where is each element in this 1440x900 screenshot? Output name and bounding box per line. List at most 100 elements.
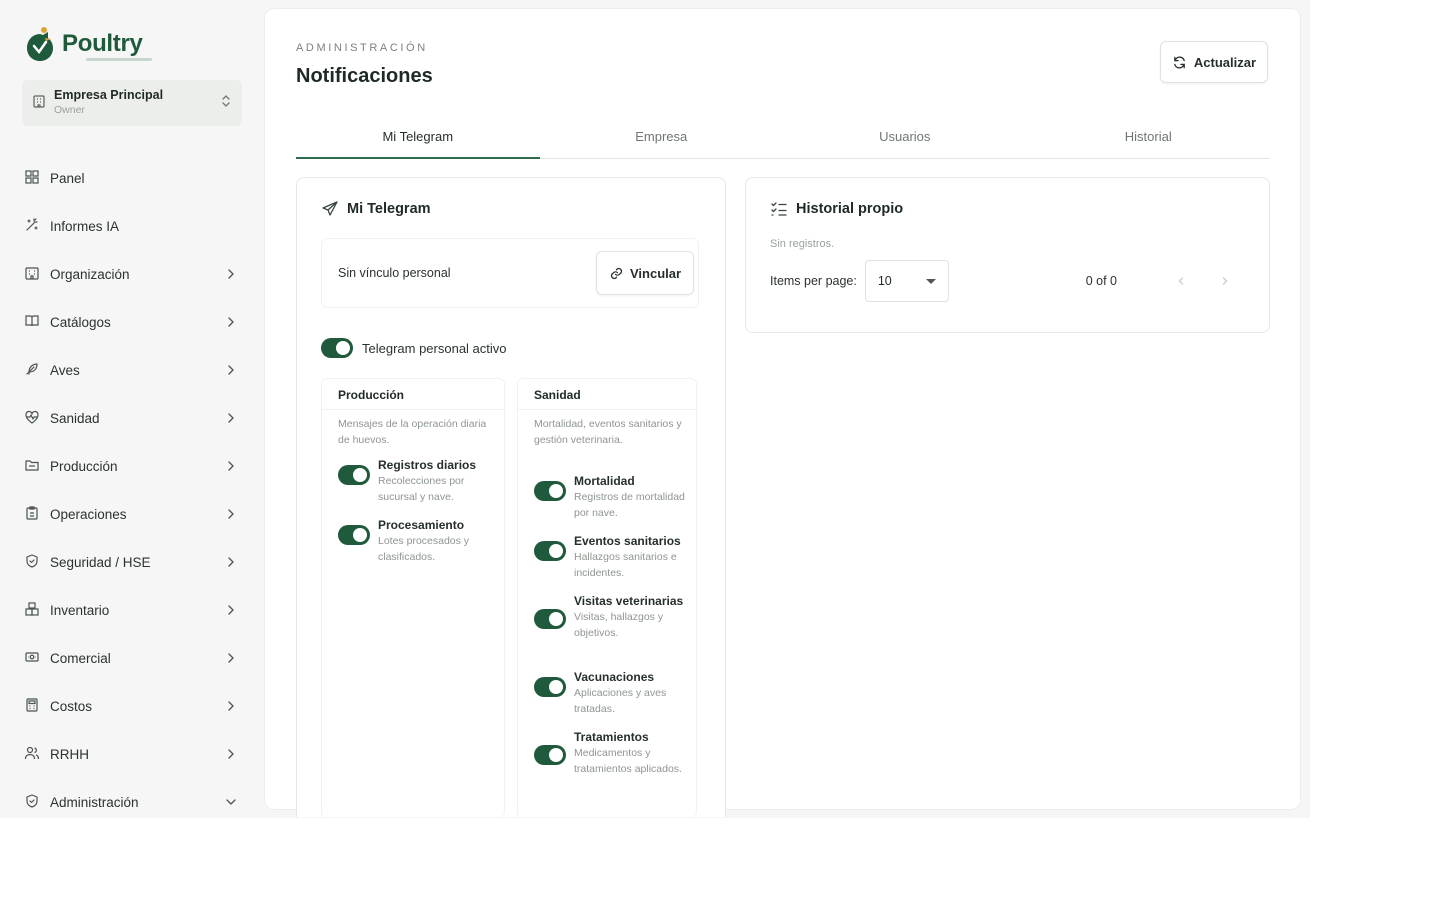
- sidebar-item-label: Producción: [50, 458, 118, 474]
- toggle-item-name: Vacunaciones: [574, 670, 655, 684]
- eventos-sanitarios-toggle[interactable]: [534, 541, 566, 561]
- tab-empresa[interactable]: Empresa: [540, 115, 784, 158]
- mortalidad-toggle[interactable]: [534, 481, 566, 501]
- toggle-item-procesamiento: Procesamiento Lotes procesados y clasifi…: [338, 517, 498, 565]
- sidebar-item-seguridad-hse[interactable]: Seguridad / HSE: [22, 538, 244, 586]
- telegram-panel: Mi Telegram Sin vínculo personal Vincula…: [296, 177, 726, 818]
- divider: [518, 409, 696, 410]
- telegram-personal-toggle[interactable]: [321, 338, 353, 358]
- history-panel-header: Historial propio: [770, 200, 903, 218]
- sidebar-item-administracion[interactable]: Administración: [22, 778, 244, 818]
- empty-state: Sin registros.: [770, 238, 835, 250]
- clipboard-icon: [24, 505, 40, 524]
- toggle-item-mortalidad: Mortalidad Registros de mortalidad por n…: [534, 473, 690, 521]
- chevron-right-icon: [228, 557, 234, 567]
- page-range: 0 of 0: [1085, 274, 1117, 288]
- toggle-item-desc: Lotes procesados y clasificados.: [378, 535, 470, 563]
- sidebar-item-produccion[interactable]: Producción: [22, 442, 244, 490]
- sidebar-item-label: Sanidad: [50, 410, 100, 426]
- boxes-icon: [24, 601, 40, 620]
- refresh-button[interactable]: Actualizar: [1160, 41, 1268, 83]
- toggle-item-desc: Registros de mortalidad por nave.: [574, 491, 685, 519]
- visitas-veterinarias-toggle[interactable]: [534, 609, 566, 629]
- tab-historial[interactable]: Historial: [1027, 115, 1271, 158]
- previous-page-button[interactable]: [1173, 273, 1189, 289]
- toggle-item-desc: Recolecciones por sucursal y nave.: [378, 475, 465, 503]
- sidebar-item-costos[interactable]: Costos: [22, 682, 244, 730]
- procesamiento-toggle[interactable]: [338, 525, 370, 545]
- sidebar-item-panel[interactable]: Panel: [22, 154, 244, 202]
- chevron-right-icon: [228, 365, 234, 375]
- toggle-item-name: Tratamientos: [574, 730, 649, 744]
- book-icon: [24, 313, 40, 332]
- divider: [322, 409, 504, 410]
- toggle-item-name: Visitas veterinarias: [574, 594, 684, 608]
- shield-icon: [24, 553, 40, 572]
- toggle-item-name: Procesamiento: [378, 518, 465, 532]
- company-role: Owner: [54, 104, 85, 117]
- sidebar-item-informes-ia[interactable]: Informes IA: [22, 202, 244, 250]
- pagination: Items per page: 10 0 of 0: [770, 260, 1233, 302]
- app-logo[interactable]: Poultry: [24, 26, 152, 62]
- sidebar-item-rrhh[interactable]: RRHH: [22, 730, 244, 778]
- tab-mi-telegram[interactable]: Mi Telegram: [296, 115, 540, 159]
- sidebar-item-label: Comercial: [50, 650, 111, 666]
- chevron-right-icon: [228, 269, 234, 279]
- folder-icon: [24, 457, 40, 476]
- chevron-right-icon: [228, 653, 234, 663]
- link-icon: [610, 267, 623, 279]
- tab-usuarios[interactable]: Usuarios: [783, 115, 1027, 158]
- sidebar-item-label: Administración: [50, 794, 139, 810]
- sidebar-item-organizacion[interactable]: Organización: [22, 250, 244, 298]
- toggle-item-desc: Visitas, hallazgos y objetivos.: [574, 611, 664, 639]
- app-name: Poultry: [62, 30, 143, 57]
- next-page-button[interactable]: [1217, 273, 1233, 289]
- sidebar-item-label: Costos: [50, 698, 93, 714]
- sidebar-item-aves[interactable]: Aves: [22, 346, 244, 394]
- shield-check-icon: [24, 793, 40, 812]
- page-title: Notificaciones: [296, 65, 433, 87]
- toggle-item-name: Eventos sanitarios: [574, 534, 681, 548]
- sidebar-item-catalogos[interactable]: Catálogos: [22, 298, 244, 346]
- sidebar-item-label: Informes IA: [50, 218, 120, 234]
- toggle-item-name: Mortalidad: [574, 474, 635, 488]
- sidebar-item-inventario[interactable]: Inventario: [22, 586, 244, 634]
- company-switcher[interactable]: Empresa Principal Owner: [22, 80, 242, 126]
- sidebar-item-label: Panel: [50, 170, 85, 186]
- sidebar-item-label: Seguridad / HSE: [50, 554, 151, 570]
- toggle-item-vacunaciones: Vacunaciones Aplicaciones y aves tratada…: [534, 669, 690, 717]
- sidebar: Poultry Empresa Principal Owner Panel In: [0, 0, 262, 818]
- link-telegram-button[interactable]: Vincular: [596, 251, 694, 295]
- toggle-item-registros-diarios: Registros diarios Recolecciones por sucu…: [338, 457, 498, 505]
- telegram-link-row: Sin vínculo personal Vincular: [321, 238, 699, 308]
- sidebar-item-label: Operaciones: [50, 506, 127, 522]
- vacunaciones-toggle[interactable]: [534, 677, 566, 697]
- master-toggle-label: Telegram personal activo: [362, 340, 507, 356]
- sidebar-item-operaciones[interactable]: Operaciones: [22, 490, 244, 538]
- heart-pulse-icon: [24, 409, 40, 428]
- tratamientos-toggle[interactable]: [534, 745, 566, 765]
- logo-tagline-bar: [86, 58, 152, 61]
- dashboard-icon: [24, 169, 40, 188]
- items-per-page-value: 10: [877, 274, 892, 288]
- produccion-title: Producción: [338, 388, 405, 402]
- building-icon: [32, 94, 46, 113]
- sanidad-group: Sanidad Mortalidad, eventos sanitarios y…: [517, 378, 697, 818]
- sidebar-item-comercial[interactable]: Comercial: [22, 634, 244, 682]
- registros-diarios-toggle[interactable]: [338, 465, 370, 485]
- chevron-right-icon: [228, 317, 234, 327]
- chevron-right-icon: [1222, 277, 1228, 285]
- send-icon: [322, 201, 338, 216]
- items-per-page-select[interactable]: 10: [864, 260, 949, 302]
- telegram-panel-header: Mi Telegram: [321, 200, 431, 218]
- chevron-left-icon: [1178, 277, 1184, 285]
- list-checks-icon: [771, 202, 787, 216]
- history-panel: Historial propio Sin registros. Items pe…: [745, 177, 1270, 333]
- chevron-down-icon: [226, 799, 236, 805]
- chevron-right-icon: [228, 605, 234, 615]
- toggle-item-desc: Medicamentos y tratamientos aplicados.: [574, 747, 682, 775]
- toggle-item-desc: Aplicaciones y aves tratadas.: [574, 687, 667, 715]
- sidebar-item-label: Organización: [50, 266, 130, 282]
- calculator-icon: [24, 697, 40, 716]
- sidebar-item-sanidad[interactable]: Sanidad: [22, 394, 244, 442]
